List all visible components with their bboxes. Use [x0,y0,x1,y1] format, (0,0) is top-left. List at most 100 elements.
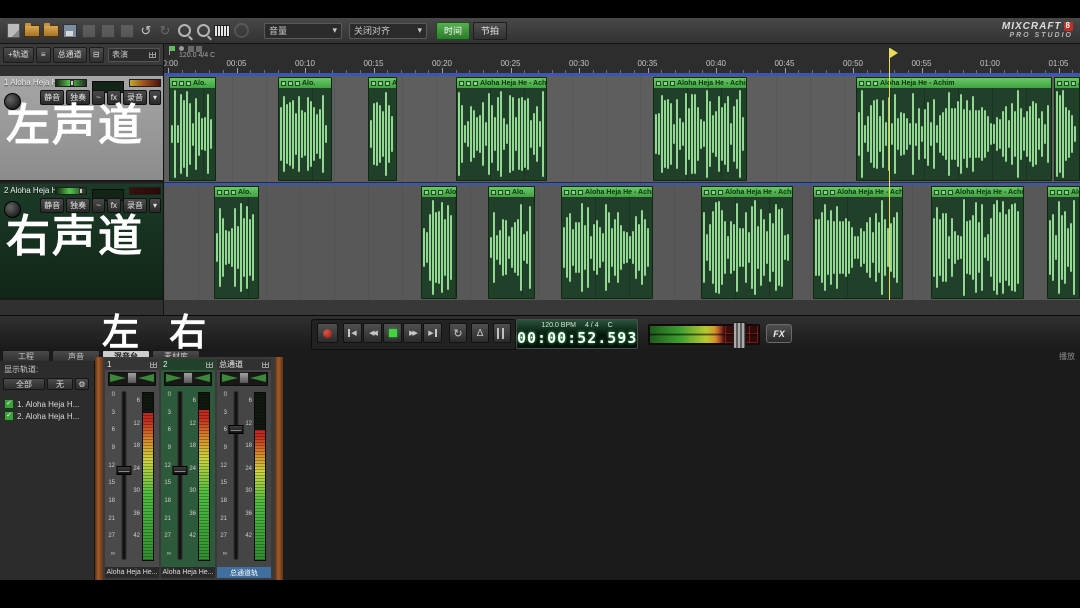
audio-clip[interactable]: Alo. [169,77,216,181]
time-ruler[interactable]: 00:0000:0500:1000:1500:2000:2500:3000:35… [164,57,1080,73]
strip-name[interactable]: Aloha Heja He... [105,567,159,578]
rewind-button[interactable]: ◀◀ [363,323,382,343]
pan-knob[interactable] [127,372,137,384]
fader-handle[interactable] [116,466,131,475]
clip-header[interactable]: Al [1055,78,1079,88]
track-name[interactable]: 1 Aloha Heja He -... [4,78,62,87]
chevron-down-icon[interactable]: ▾ [149,198,161,213]
master-fx-button[interactable]: FX [766,324,792,343]
fast-forward-button[interactable]: ▶▶ [403,323,422,343]
audio-clip[interactable]: Alo. [214,186,259,299]
record-button[interactable] [317,323,338,343]
tab-声音[interactable]: 声音 [52,350,100,361]
play-stop-button[interactable] [383,323,402,343]
volume-automation-dropdown[interactable]: 音量▾ [264,23,342,39]
grid-icon[interactable] [206,362,213,368]
tab-工程[interactable]: 工程 [2,350,50,361]
arm-record-button[interactable]: 录音 [123,198,147,213]
mixer-view-button[interactable] [493,323,511,343]
time-mode-button[interactable]: 时间 [436,22,470,40]
audio-clip[interactable]: Aloha Heja He - Achim [653,77,747,181]
track-list-item[interactable]: ✓2. Aloha Heja H... [0,410,94,422]
audio-clip[interactable]: Aloha Heja He - Achim [561,186,653,299]
add-track-button[interactable]: +轨道 [3,47,34,63]
beat-mode-button[interactable]: 节拍 [473,22,507,40]
grid-icon[interactable] [262,362,269,368]
clip-header[interactable]: Alo. [422,187,456,197]
gear-icon[interactable]: ⚙ [75,378,89,390]
audio-clip[interactable]: Aloha [1047,186,1080,299]
mute-button[interactable]: 静音 [40,198,64,213]
audio-clip[interactable]: Al [1054,77,1080,181]
open-project-icon[interactable] [24,23,40,38]
pan-slider[interactable] [108,372,156,386]
clip-header[interactable]: Aloha Heja He - Achim [857,78,1051,88]
track-list-item[interactable]: ✓1. Aloha Heja H... [0,398,94,410]
audio-clip[interactable]: Aloha Heja He - Achim [856,77,1052,181]
strip-name[interactable]: Aloha Heja He... [161,567,215,578]
checkbox-checked-icon[interactable]: ✓ [4,399,14,409]
clip-header[interactable]: Aloha Heja He - Achim [457,78,546,88]
automation-icon[interactable]: ~ [92,198,105,213]
new-file-icon[interactable] [5,23,21,38]
snap-dropdown[interactable]: 关闭对齐▾ [349,23,427,39]
go-to-end-button[interactable]: ▶ [423,323,442,343]
clip-header[interactable]: Aloha Heja He - Achim [702,187,792,197]
mixer-strip-3[interactable]: 总通道03691215182127∞6121824303642总通道轨 [217,359,271,578]
clip-header[interactable]: Aloha Heja He - Achim [932,187,1023,197]
loop-button[interactable]: ↻ [449,323,467,343]
clip-header[interactable]: Alo [369,78,396,88]
track-name[interactable]: 2 Aloha Heja He -... [4,186,62,195]
track-volume-slider[interactable] [55,187,87,195]
mixer-strip-1[interactable]: 103691215182127∞6121824303642Aloha Heja … [105,359,159,578]
zoom-in-icon[interactable] [176,23,192,38]
timeline-area[interactable]: 120.0 4/4 C 00:0000:0500:1000:1500:2000:… [163,44,1080,315]
track-lane-1[interactable]: Alo. Alo. Alo Aloha Heja He - Achim Aloha He… [164,76,1080,182]
collapse-icon[interactable]: ⊟ [89,47,104,63]
pan-knob[interactable] [183,372,193,384]
clip-header[interactable]: Aloha Heja He - Achim [654,78,746,88]
track-list-icon[interactable]: ≡ [36,47,51,63]
fader-handle[interactable] [228,425,243,434]
clip-header[interactable]: Alo. [279,78,331,88]
select-none-button[interactable]: 无 [47,378,73,390]
pan-slider[interactable] [220,372,268,386]
import-project-icon[interactable] [43,23,59,38]
fx-button[interactable]: fx [107,198,121,213]
clip-header[interactable]: Alo. [170,78,215,88]
zoom-out-icon[interactable] [195,23,211,38]
clip-header[interactable]: Alo. [215,187,258,197]
clip-header[interactable]: Aloha Heja He - Achim [562,187,652,197]
track-lane-2[interactable]: Alo. Alo. Alo. Aloha Heja He - Achim Aloha H… [164,183,1080,300]
save-icon[interactable] [62,23,78,38]
chevron-down-icon[interactable]: ▾ [149,90,161,105]
track-volume-slider[interactable] [55,79,87,87]
undo-icon[interactable]: ↺ [138,23,154,38]
audio-clip[interactable]: Aloha Heja He - Achim [456,77,547,181]
playhead[interactable] [889,48,890,300]
clip-header[interactable]: Aloha [1048,187,1079,197]
clip-header[interactable]: Alo. [489,187,534,197]
audio-clip[interactable]: Alo. [488,186,535,299]
corner-label[interactable]: 播放 [1059,351,1075,362]
mixer-strip-2[interactable]: 203691215182127∞6121824303642Aloha Heja … [161,359,215,578]
metronome-button[interactable]: ∆ [471,323,489,343]
go-to-start-button[interactable]: ◀ [343,323,362,343]
pan-slider[interactable] [164,372,212,386]
audio-clip[interactable]: Aloha Heja He - Achim [931,186,1024,299]
select-all-button[interactable]: 全部 [3,378,45,390]
audio-clip[interactable]: Alo. [421,186,457,299]
audio-clip[interactable]: Alo [368,77,397,181]
grid-icon[interactable] [150,362,157,368]
master-volume-meter[interactable] [648,324,760,345]
lcd-display[interactable]: 120.0 BPM 4 / 4 C 00:00:52.593 [516,319,638,349]
performance-panel-dropdown[interactable]: 表演 [108,48,160,62]
checkbox-checked-icon[interactable]: ✓ [4,411,14,421]
pan-knob[interactable] [239,372,249,384]
strip-name[interactable]: 总通道轨 [217,567,271,578]
audio-clip[interactable]: Aloha Heja He - Achim [701,186,793,299]
audio-clip[interactable]: Alo. [278,77,332,181]
fader-handle[interactable] [172,466,187,475]
master-track-button[interactable]: 总通道 [53,47,87,63]
solo-button[interactable]: 独奏 [66,198,90,213]
